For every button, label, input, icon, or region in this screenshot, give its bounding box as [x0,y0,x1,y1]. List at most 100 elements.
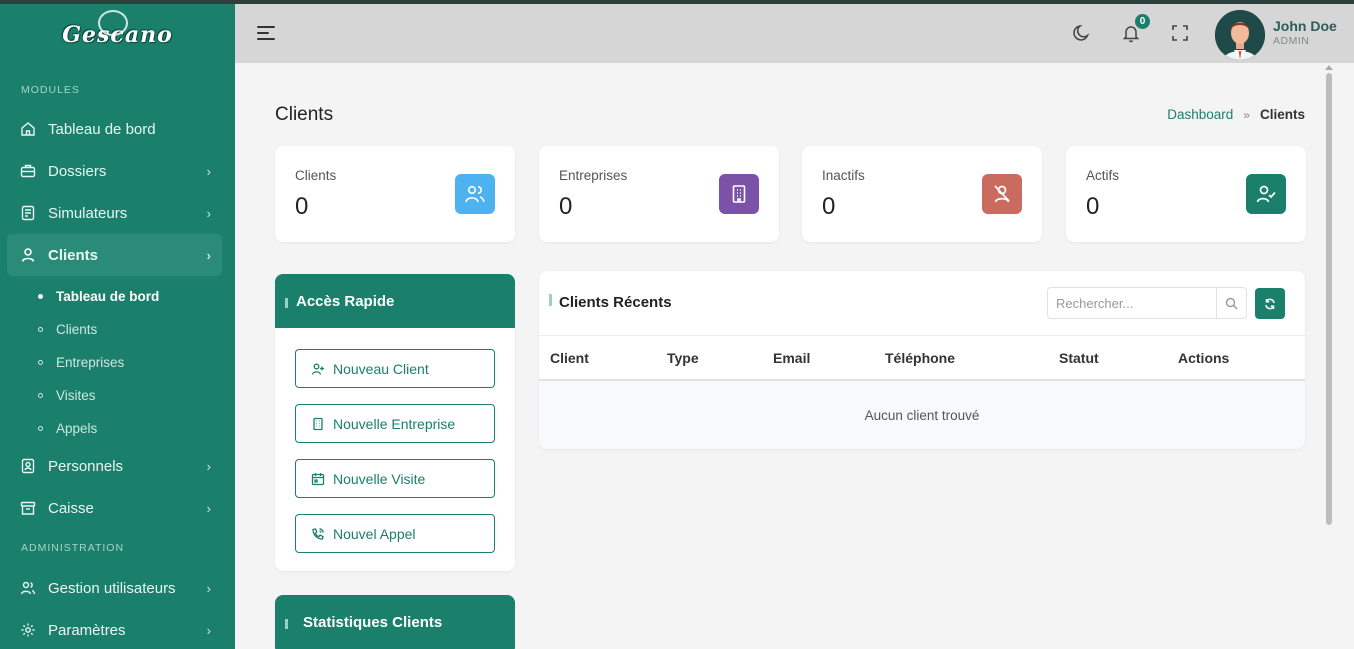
sidebar-item-dossiers[interactable]: Dossiers › [0,150,235,192]
recent-clients-title: Clients Récents [559,294,672,311]
breadcrumb-dashboard-link[interactable]: Dashboard [1167,107,1233,122]
button-label: Nouvelle Entreprise [333,415,456,432]
search-button[interactable] [1216,287,1247,319]
search-icon [1225,297,1238,310]
stats-clients-header: Statistiques Clients [275,595,515,649]
stat-label: Actifs [1086,168,1120,183]
title-accent [285,298,288,308]
chevron-right-icon: › [206,163,211,179]
title-accent [285,619,288,629]
sidebar-item-personnels[interactable]: Personnels › [0,445,235,487]
stat-label: Clients [295,168,337,183]
scroll-up-icon[interactable] [1325,65,1333,70]
bullet-icon [38,393,43,398]
stat-card-inactifs: Inactifs 0 [802,146,1042,242]
refresh-button[interactable] [1255,288,1285,319]
home-icon [20,121,36,137]
recent-clients-card: Clients Récents Client Type Email Téléph… [539,271,1305,449]
sidebar-item-label: Simulateurs [48,204,128,222]
logo[interactable]: Gescano [0,0,235,63]
new-appel-button[interactable]: Nouvel Appel [295,514,495,553]
top-border [0,0,1354,4]
button-label: Nouvel Appel [333,525,416,542]
search-input[interactable] [1047,287,1216,319]
calendar-icon [311,472,325,486]
sidebar-item-parametres[interactable]: Paramètres › [0,609,235,649]
quick-access-title: Accès Rapide [296,292,395,310]
logo-text: Gescano [62,9,173,48]
users-icon [455,174,495,214]
notification-badge: 0 [1135,14,1150,29]
chevron-right-icon: › [206,500,211,516]
subitem-label: Tableau de bord [56,289,160,304]
scrollbar-thumb[interactable] [1326,73,1332,525]
user-x-icon [982,174,1022,214]
sidebar-item-tableau-de-bord[interactable]: Tableau de bord [0,108,235,150]
breadcrumb-current: Clients [1259,107,1305,122]
sidebar-item-clients[interactable]: Clients › [7,234,222,276]
sidebar-subitem-visites[interactable]: Visites [0,379,235,412]
new-visite-button[interactable]: Nouvelle Visite [295,459,495,498]
sidebar-item-gestion-utilisateurs[interactable]: Gestion utilisateurs › [0,567,235,609]
briefcase-icon [20,163,36,179]
sidebar-item-label: Clients [48,246,99,264]
user-role: ADMIN [1273,35,1310,47]
sidebar-item-label: Dossiers [48,162,107,180]
building-icon [719,174,759,214]
subitem-label: Entreprises [56,355,125,370]
column-header[interactable]: Actions [1178,350,1229,366]
sidebar-subitem-entreprises[interactable]: Entreprises [0,346,235,379]
stat-card-entreprises: Entreprises 0 [539,146,779,242]
sidebar-item-label: Tableau de bord [48,120,156,138]
sidebar-subitem-appels[interactable]: Appels [0,412,235,445]
menu-toggle-icon[interactable] [257,26,275,42]
id-badge-icon [20,458,36,474]
chevron-right-icon: › [206,580,211,596]
sidebar-item-label: Paramètres [48,621,126,639]
sidebar-item-label: Gestion utilisateurs [48,579,176,597]
calculator-icon [20,205,36,221]
sidebar-item-caisse[interactable]: Caisse › [0,487,235,529]
sidebar-item-label: Caisse [48,499,94,517]
title-accent [549,293,552,306]
bell-icon[interactable]: 0 [1120,14,1150,44]
phone-call-icon [311,527,325,541]
stat-card-actifs: Actifs 0 [1066,146,1306,242]
new-client-button[interactable]: Nouveau Client [295,349,495,388]
stats-clients-title: Statistiques Clients [303,613,443,631]
column-header[interactable]: Téléphone [885,350,955,366]
bullet-icon [38,426,43,431]
section-label-admin: ADMINISTRATION [21,542,125,554]
button-label: Nouvelle Visite [333,470,426,487]
sidebar-item-simulateurs[interactable]: Simulateurs › [0,192,235,234]
avatar[interactable] [1215,10,1265,60]
breadcrumb: Dashboard » Clients [1167,107,1305,122]
user-check-icon [1246,174,1286,214]
sidebar-subitem-tableau-de-bord[interactable]: Tableau de bord [0,280,235,313]
button-label: Nouveau Client [333,360,429,377]
stat-value: 0 [559,193,573,220]
new-entreprise-button[interactable]: Nouvelle Entreprise [295,404,495,443]
stat-label: Entreprises [559,168,628,183]
fullscreen-icon[interactable] [1169,22,1191,44]
sidebar-subitem-clients[interactable]: Clients [0,313,235,346]
bullet-icon [38,294,43,299]
stats-clients-panel: Statistiques Clients [275,595,515,649]
stat-label: Inactifs [822,168,865,183]
scrollbar[interactable] [1323,63,1335,649]
empty-message: Aucun client trouvé [864,407,980,423]
column-header[interactable]: Client [550,350,589,366]
double-chevron-right-icon: » [1243,107,1250,122]
quick-access-header: Accès Rapide [275,274,515,328]
moon-icon[interactable] [1071,22,1093,44]
bullet-icon [38,327,43,332]
column-header[interactable]: Email [773,350,810,366]
chevron-right-icon: › [206,247,211,263]
section-label-modules: MODULES [21,84,80,96]
stat-card-clients: Clients 0 [275,146,515,242]
column-header[interactable]: Statut [1059,350,1099,366]
user-plus-icon [311,362,325,376]
column-header[interactable]: Type [667,350,699,366]
bullet-icon [38,360,43,365]
chevron-right-icon: › [206,205,211,221]
